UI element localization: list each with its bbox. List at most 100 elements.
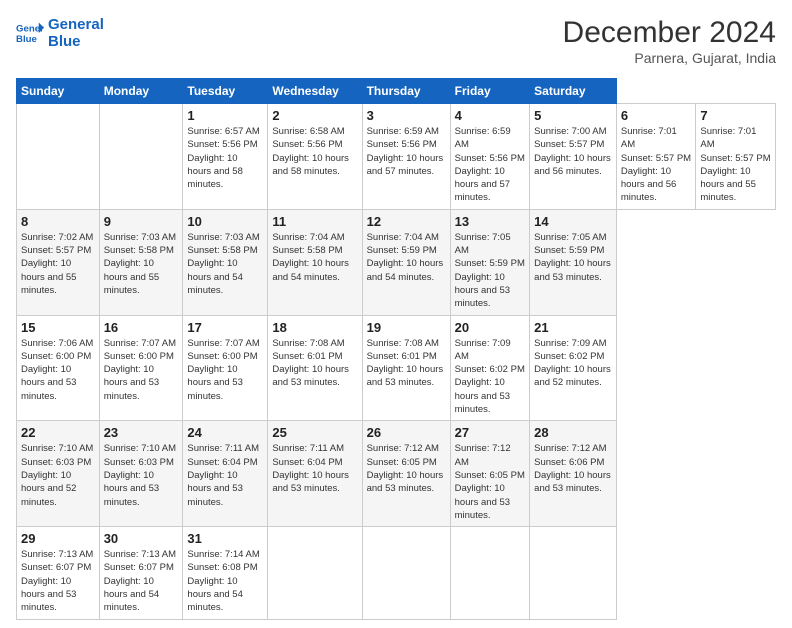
day-number: 8 [21, 214, 95, 229]
day-info: Sunrise: 7:01 AMSunset: 5:57 PMDaylight:… [700, 126, 770, 203]
calendar-cell: 22 Sunrise: 7:10 AMSunset: 6:03 PMDaylig… [17, 421, 100, 527]
day-info: Sunrise: 7:07 AMSunset: 6:00 PMDaylight:… [187, 338, 259, 402]
day-number: 28 [534, 425, 612, 440]
day-number: 12 [367, 214, 446, 229]
day-number: 30 [104, 531, 179, 546]
day-info: Sunrise: 7:01 AMSunset: 5:57 PMDaylight:… [621, 126, 691, 203]
day-info: Sunrise: 7:05 AMSunset: 5:59 PMDaylight:… [455, 232, 525, 309]
day-info: Sunrise: 7:08 AMSunset: 6:01 PMDaylight:… [367, 338, 444, 389]
calendar-cell: 30 Sunrise: 7:13 AMSunset: 6:07 PMDaylig… [99, 527, 183, 619]
day-info: Sunrise: 7:04 AMSunset: 5:58 PMDaylight:… [272, 232, 349, 283]
calendar-cell: 11 Sunrise: 7:04 AMSunset: 5:58 PMDaylig… [268, 209, 362, 315]
day-number: 23 [104, 425, 179, 440]
day-number: 18 [272, 320, 357, 335]
day-info: Sunrise: 7:12 AMSunset: 6:05 PMDaylight:… [455, 443, 525, 520]
day-number: 6 [621, 108, 692, 123]
day-number: 25 [272, 425, 357, 440]
day-info: Sunrise: 7:12 AMSunset: 6:05 PMDaylight:… [367, 443, 444, 494]
calendar-cell: 23 Sunrise: 7:10 AMSunset: 6:03 PMDaylig… [99, 421, 183, 527]
day-number: 11 [272, 214, 357, 229]
calendar-week-row: 8 Sunrise: 7:02 AMSunset: 5:57 PMDayligh… [17, 209, 776, 315]
day-info: Sunrise: 7:05 AMSunset: 5:59 PMDaylight:… [534, 232, 611, 283]
day-info: Sunrise: 7:04 AMSunset: 5:59 PMDaylight:… [367, 232, 444, 283]
day-info: Sunrise: 7:02 AMSunset: 5:57 PMDaylight:… [21, 232, 93, 296]
day-info: Sunrise: 7:07 AMSunset: 6:00 PMDaylight:… [104, 338, 176, 402]
calendar-cell: 25 Sunrise: 7:11 AMSunset: 6:04 PMDaylig… [268, 421, 362, 527]
calendar-cell: 17 Sunrise: 7:07 AMSunset: 6:00 PMDaylig… [183, 315, 268, 421]
day-info: Sunrise: 6:59 AMSunset: 5:56 PMDaylight:… [367, 126, 444, 177]
calendar-cell: 16 Sunrise: 7:07 AMSunset: 6:00 PMDaylig… [99, 315, 183, 421]
day-info: Sunrise: 7:13 AMSunset: 6:07 PMDaylight:… [21, 549, 93, 613]
day-number: 3 [367, 108, 446, 123]
day-number: 26 [367, 425, 446, 440]
day-number: 24 [187, 425, 263, 440]
calendar-cell: 7 Sunrise: 7:01 AMSunset: 5:57 PMDayligh… [696, 104, 776, 210]
day-info: Sunrise: 7:00 AMSunset: 5:57 PMDaylight:… [534, 126, 611, 177]
calendar-cell-empty [17, 104, 100, 210]
calendar-cell: 12 Sunrise: 7:04 AMSunset: 5:59 PMDaylig… [362, 209, 450, 315]
calendar-table: SundayMondayTuesdayWednesdayThursdayFrid… [16, 78, 776, 620]
day-number: 20 [455, 320, 526, 335]
weekday-header: Tuesday [183, 79, 268, 104]
day-number: 27 [455, 425, 526, 440]
weekday-header: Thursday [362, 79, 450, 104]
calendar-cell: 5 Sunrise: 7:00 AMSunset: 5:57 PMDayligh… [530, 104, 617, 210]
day-info: Sunrise: 7:10 AMSunset: 6:03 PMDaylight:… [21, 443, 93, 507]
calendar-week-row: 29 Sunrise: 7:13 AMSunset: 6:07 PMDaylig… [17, 527, 776, 619]
calendar-cell: 19 Sunrise: 7:08 AMSunset: 6:01 PMDaylig… [362, 315, 450, 421]
calendar-cell: 21 Sunrise: 7:09 AMSunset: 6:02 PMDaylig… [530, 315, 617, 421]
day-number: 22 [21, 425, 95, 440]
day-number: 9 [104, 214, 179, 229]
day-info: Sunrise: 6:59 AMSunset: 5:56 PMDaylight:… [455, 126, 525, 203]
logo-subtext: Blue [48, 33, 104, 50]
day-info: Sunrise: 7:09 AMSunset: 6:02 PMDaylight:… [455, 338, 525, 415]
calendar-cell: 6 Sunrise: 7:01 AMSunset: 5:57 PMDayligh… [616, 104, 696, 210]
calendar-cell: 31 Sunrise: 7:14 AMSunset: 6:08 PMDaylig… [183, 527, 268, 619]
day-number: 13 [455, 214, 526, 229]
day-info: Sunrise: 7:03 AMSunset: 5:58 PMDaylight:… [104, 232, 176, 296]
calendar-cell [450, 527, 530, 619]
calendar-week-row: 15 Sunrise: 7:06 AMSunset: 6:00 PMDaylig… [17, 315, 776, 421]
day-number: 7 [700, 108, 771, 123]
day-number: 2 [272, 108, 357, 123]
calendar-cell [530, 527, 617, 619]
day-number: 19 [367, 320, 446, 335]
day-info: Sunrise: 7:03 AMSunset: 5:58 PMDaylight:… [187, 232, 259, 296]
logo-icon: General Blue [16, 19, 44, 47]
day-info: Sunrise: 7:11 AMSunset: 6:04 PMDaylight:… [187, 443, 259, 507]
logo-text: General [48, 16, 104, 33]
day-info: Sunrise: 6:57 AMSunset: 5:56 PMDaylight:… [187, 126, 259, 190]
day-number: 14 [534, 214, 612, 229]
day-info: Sunrise: 7:09 AMSunset: 6:02 PMDaylight:… [534, 338, 611, 389]
day-number: 10 [187, 214, 263, 229]
weekday-header: Saturday [530, 79, 617, 104]
day-number: 1 [187, 108, 263, 123]
weekday-header: Friday [450, 79, 530, 104]
calendar-cell [268, 527, 362, 619]
calendar-cell: 10 Sunrise: 7:03 AMSunset: 5:58 PMDaylig… [183, 209, 268, 315]
calendar-cell: 14 Sunrise: 7:05 AMSunset: 5:59 PMDaylig… [530, 209, 617, 315]
calendar-cell: 20 Sunrise: 7:09 AMSunset: 6:02 PMDaylig… [450, 315, 530, 421]
month-title: December 2024 [563, 16, 776, 50]
day-info: Sunrise: 7:14 AMSunset: 6:08 PMDaylight:… [187, 549, 259, 613]
calendar-cell: 26 Sunrise: 7:12 AMSunset: 6:05 PMDaylig… [362, 421, 450, 527]
title-block: December 2024 Parnera, Gujarat, India [563, 16, 776, 66]
svg-text:Blue: Blue [16, 34, 37, 45]
day-info: Sunrise: 7:10 AMSunset: 6:03 PMDaylight:… [104, 443, 176, 507]
day-info: Sunrise: 7:08 AMSunset: 6:01 PMDaylight:… [272, 338, 349, 389]
calendar-header-row: SundayMondayTuesdayWednesdayThursdayFrid… [17, 79, 776, 104]
calendar-cell [362, 527, 450, 619]
day-number: 17 [187, 320, 263, 335]
calendar-cell: 24 Sunrise: 7:11 AMSunset: 6:04 PMDaylig… [183, 421, 268, 527]
page-container: General Blue General Blue December 2024 … [0, 0, 792, 628]
calendar-cell: 18 Sunrise: 7:08 AMSunset: 6:01 PMDaylig… [268, 315, 362, 421]
day-number: 15 [21, 320, 95, 335]
page-header: General Blue General Blue December 2024 … [16, 16, 776, 66]
calendar-cell: 1 Sunrise: 6:57 AMSunset: 5:56 PMDayligh… [183, 104, 268, 210]
day-number: 16 [104, 320, 179, 335]
day-number: 5 [534, 108, 612, 123]
weekday-header: Sunday [17, 79, 100, 104]
day-info: Sunrise: 7:06 AMSunset: 6:00 PMDaylight:… [21, 338, 93, 402]
day-info: Sunrise: 6:58 AMSunset: 5:56 PMDaylight:… [272, 126, 349, 177]
location: Parnera, Gujarat, India [563, 50, 776, 66]
